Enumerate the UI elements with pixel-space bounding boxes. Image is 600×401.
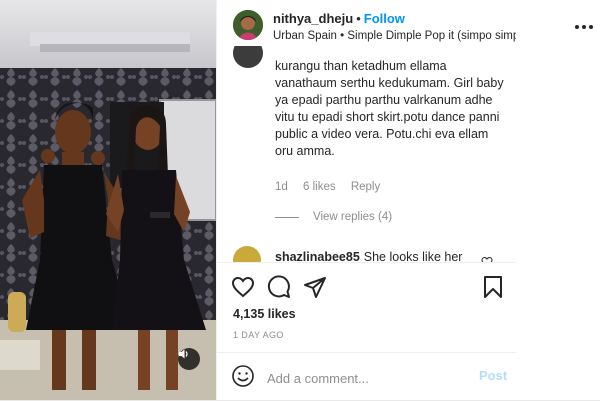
commenter-avatar[interactable] xyxy=(233,246,261,262)
follow-button[interactable]: Follow xyxy=(364,11,405,26)
video-player[interactable] xyxy=(0,0,216,400)
comment-age[interactable]: 1d xyxy=(275,181,288,193)
emoji-icon[interactable] xyxy=(231,364,255,388)
reply-button[interactable]: Reply xyxy=(351,181,380,193)
post-timestamp[interactable]: 1 DAY AGO xyxy=(233,330,284,340)
speaker-icon xyxy=(179,349,188,359)
likes-count[interactable]: 4,135 likes xyxy=(233,307,296,321)
more-options-icon[interactable] xyxy=(574,24,594,30)
view-replies-button[interactable]: View replies (4) xyxy=(275,211,392,223)
heart-icon[interactable] xyxy=(231,275,255,299)
comment-meta: 1d 6 likes Reply xyxy=(275,181,392,193)
post-author: nithya_dheju • Follow xyxy=(273,11,405,26)
post-comment-button[interactable]: Post xyxy=(479,368,507,383)
comment-row: shazlinabee85 She looks like her xyxy=(275,250,462,262)
comment-icon[interactable] xyxy=(267,275,291,299)
separator: • xyxy=(356,11,361,26)
sound-toggle-button[interactable] xyxy=(178,348,200,370)
avatar-image xyxy=(233,10,263,40)
avatar[interactable] xyxy=(233,10,263,40)
share-icon[interactable] xyxy=(303,275,327,299)
video-frame xyxy=(0,0,216,400)
replies-divider xyxy=(275,216,299,218)
post-actions: 4,135 likes 1 DAY AGO xyxy=(217,262,517,353)
view-replies-label: View replies (4) xyxy=(313,211,393,223)
comment-text: She looks like her xyxy=(363,250,463,262)
add-comment-bar: Post xyxy=(217,352,517,401)
commenter-avatar[interactable] xyxy=(233,46,263,68)
post-panel: nithya_dheju • Follow Urban Spain • Simple… xyxy=(216,0,566,401)
comment-text: kurangu than ketadhum ellama vanathaum s… xyxy=(275,59,504,158)
comment-input[interactable] xyxy=(265,367,459,389)
bookmark-icon[interactable] xyxy=(481,275,505,299)
comments-list[interactable]: kurangu than ketadhum ellama vanathaum s… xyxy=(217,46,517,262)
comment-likes[interactable]: 6 likes xyxy=(303,181,336,193)
username-link[interactable]: nithya_dheju xyxy=(273,11,353,26)
page-gutter xyxy=(516,0,600,400)
comment-username[interactable]: shazlinabee85 xyxy=(275,250,360,262)
